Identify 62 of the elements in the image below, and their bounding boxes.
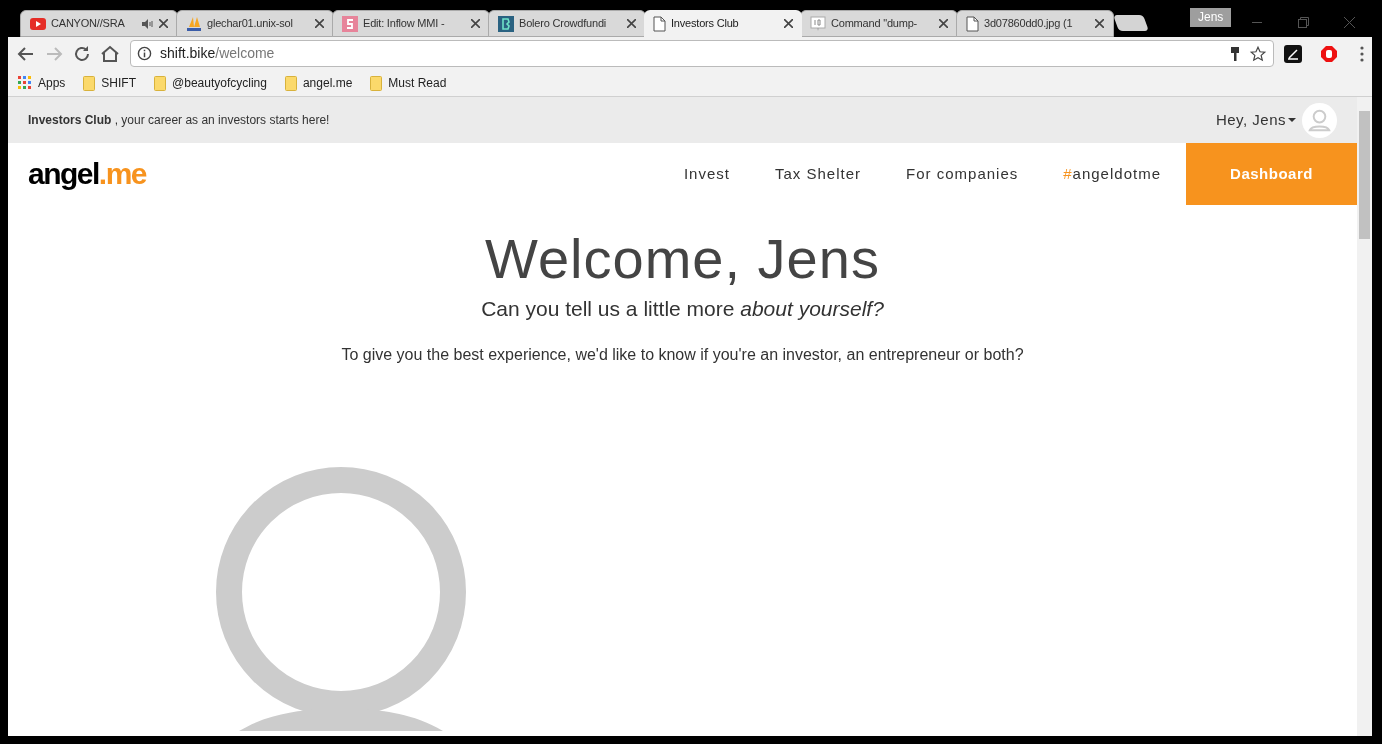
nav-link[interactable]: #angeldotme (1063, 162, 1161, 186)
close-icon[interactable] (1095, 19, 1104, 28)
speech-bubble-icon (810, 15, 826, 32)
address-bar[interactable]: shift.bike/welcome (130, 40, 1274, 67)
close-icon[interactable] (627, 19, 636, 28)
folder-icon (154, 75, 167, 91)
tab-title: Investors Club (671, 16, 740, 32)
folder-icon (83, 75, 96, 91)
extension-icon[interactable] (1284, 44, 1302, 63)
apps-grid-icon (18, 76, 32, 90)
nav-link[interactable]: Tax Shelter (775, 162, 862, 186)
close-icon[interactable] (159, 19, 168, 28)
close-icon[interactable] (939, 19, 948, 28)
restore-icon[interactable] (1297, 17, 1309, 28)
close-icon[interactable] (784, 19, 793, 28)
tab-title: glechar01.unix-sol (207, 16, 294, 32)
bookmark[interactable]: @beautyofcycling (154, 74, 267, 92)
menu-icon[interactable] (1360, 45, 1364, 62)
tab-title: Edit: Inflow MMI - (363, 16, 446, 32)
close-icon[interactable] (471, 19, 480, 28)
speaker-icon[interactable] (142, 18, 154, 29)
subtitle-text: Can you tell us a little more about yourself? (481, 296, 884, 322)
browser-tab[interactable]: Bolero Crowdfundi (488, 10, 646, 37)
browser-tab[interactable]: CANYON//SRA (20, 10, 178, 37)
new-tab-button[interactable] (1113, 15, 1149, 31)
folder-icon (284, 75, 297, 91)
caret-icon (1288, 118, 1296, 122)
folder-icon (370, 75, 383, 91)
tab-title: Command "dump- (831, 16, 919, 32)
tab-title: CANYON//SRA (51, 16, 126, 32)
close-icon[interactable] (315, 19, 324, 28)
browser-tab[interactable]: glechar01.unix-sol (176, 10, 334, 37)
user-silhouette-icon (214, 466, 468, 731)
url-text: shift.bike/welcome (160, 44, 276, 63)
video-icon (30, 17, 46, 30)
key-icon[interactable] (1229, 45, 1241, 62)
bookmark[interactable]: angel.me (284, 74, 353, 92)
bookmark[interactable]: Must Read (370, 74, 447, 92)
square-b-icon (498, 15, 514, 32)
tab-title: Bolero Crowdfundi (519, 16, 608, 32)
page-icon (966, 15, 979, 32)
nav-link[interactable]: For companies (906, 162, 1019, 186)
info-icon (137, 46, 152, 61)
question-text: To give you the best experience, we'd like to know if you're an investor, an entrepreneur or both? (341, 344, 1024, 365)
bookmark[interactable]: SHIFT (83, 74, 137, 92)
square-s-icon (342, 15, 358, 32)
browser-tab[interactable]: Command "dump- (800, 10, 958, 37)
browser-tab[interactable]: Edit: Inflow MMI - (332, 10, 490, 37)
user-menu[interactable]: Hey, Jens (1215, 108, 1296, 132)
stop-sign-icon[interactable] (1320, 44, 1338, 63)
bookmark[interactable]: Apps (18, 74, 66, 92)
page-icon (653, 15, 666, 32)
tab-title: 3d07860dd0.jpg (1 (984, 16, 1074, 32)
scrollbar[interactable] (1357, 97, 1372, 736)
logo[interactable]: angel.me (28, 159, 147, 189)
welcome-heading: Welcome, Jens (485, 227, 880, 291)
nav-link[interactable]: Invest (683, 162, 730, 186)
star-icon[interactable] (1249, 44, 1267, 63)
tagline-text: Investors Club , your career as an investors starts here! (28, 112, 331, 129)
browser-tab[interactable]: Investors Club (644, 10, 802, 37)
browser-tab[interactable]: 3d07860dd0.jpg (1 (956, 10, 1114, 37)
sail-icon (186, 15, 202, 32)
